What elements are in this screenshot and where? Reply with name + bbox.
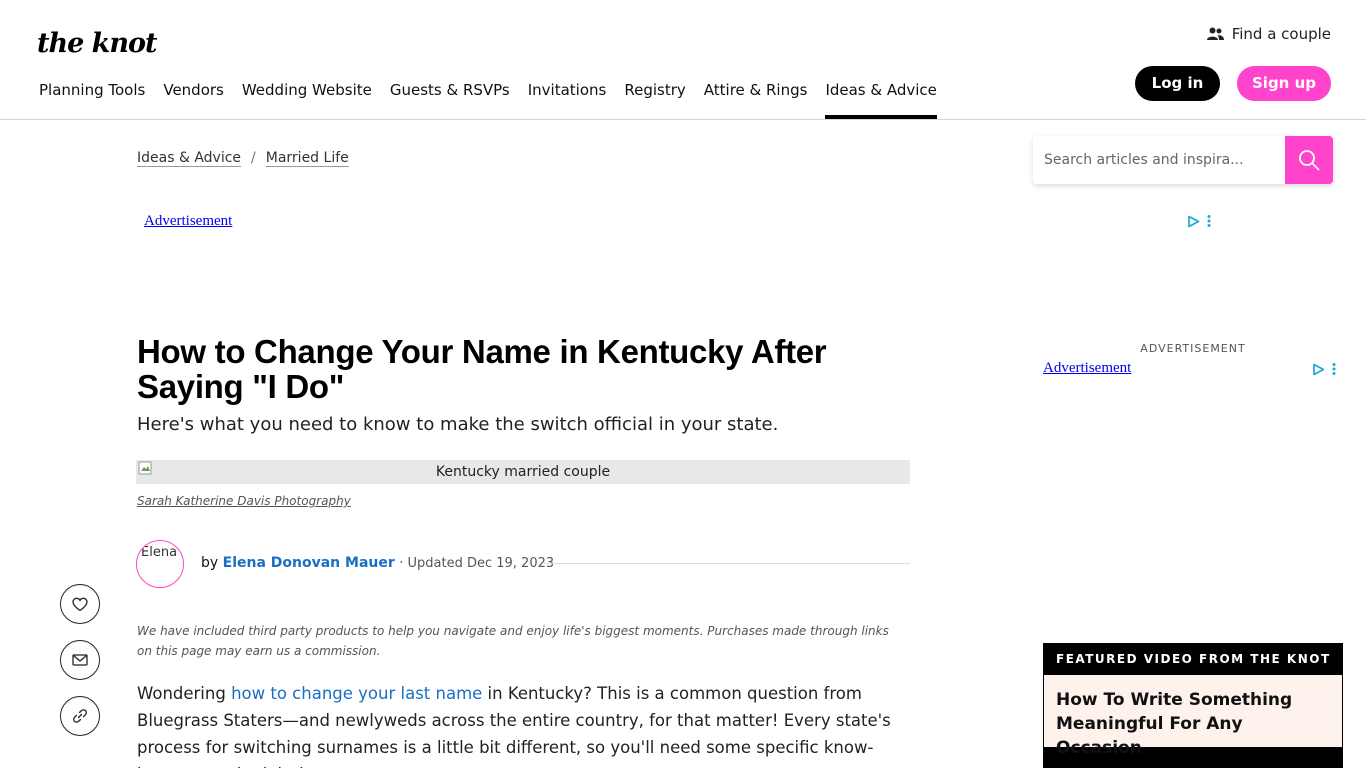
- share-email-button[interactable]: [60, 640, 100, 680]
- find-couple-label: Find a couple: [1231, 25, 1331, 43]
- search-icon: [1299, 150, 1320, 171]
- nav-guests-rsvps[interactable]: Guests & RSVPs: [390, 78, 510, 119]
- side-ad-label: ADVERTISEMENT: [1140, 342, 1246, 355]
- signup-button[interactable]: Sign up: [1237, 66, 1331, 101]
- people-icon: [1206, 27, 1224, 40]
- article-search: [1033, 136, 1333, 184]
- breadcrumb-separator: /: [251, 150, 256, 166]
- article-body-paragraph: Wondering how to change your last name i…: [137, 680, 897, 768]
- photo-credit[interactable]: Sarah Katherine Davis Photography: [137, 494, 351, 508]
- envelope-icon: [72, 654, 88, 666]
- side-ad-choices[interactable]: [1312, 362, 1337, 376]
- ad-choices[interactable]: [1187, 214, 1212, 228]
- body-text-start: Wondering: [137, 684, 232, 703]
- nav-registry[interactable]: Registry: [624, 78, 685, 119]
- main-nav: Planning Tools Vendors Wedding Website G…: [39, 78, 955, 119]
- search-button[interactable]: [1285, 136, 1333, 184]
- nav-attire-rings[interactable]: Attire & Rings: [704, 78, 808, 119]
- more-vertical-icon: [1332, 363, 1336, 375]
- site-header: the knot Planning Tools Vendors Wedding …: [0, 0, 1366, 120]
- nav-wedding-website[interactable]: Wedding Website: [242, 78, 372, 119]
- nav-planning-tools[interactable]: Planning Tools: [39, 78, 145, 119]
- heart-icon: [72, 597, 88, 611]
- more-vertical-icon: [1207, 215, 1211, 227]
- breadcrumb-married-life[interactable]: Married Life: [266, 150, 349, 166]
- search-input[interactable]: [1033, 136, 1285, 184]
- the-knot-logo[interactable]: the knot: [37, 28, 157, 59]
- change-last-name-link[interactable]: how to change your last name: [231, 684, 482, 703]
- breadcrumb: Ideas & Advice / Married Life: [137, 150, 349, 166]
- top-ad-link[interactable]: Advertisement: [144, 213, 232, 230]
- byline-by: by: [201, 555, 219, 571]
- byline: by Elena Donovan Mauer · Updated Dec 19,…: [201, 555, 554, 571]
- author-avatar-alt: Elena: [141, 545, 178, 560]
- link-icon: [73, 709, 87, 723]
- nav-ideas-advice[interactable]: Ideas & Advice: [825, 78, 938, 119]
- nav-vendors[interactable]: Vendors: [163, 78, 224, 119]
- hero-image: Kentucky married couple: [136, 460, 910, 484]
- byline-divider: [544, 563, 910, 564]
- featured-video-card[interactable]: FEATURED VIDEO FROM THE KNOT How To Writ…: [1043, 643, 1343, 768]
- login-button[interactable]: Log in: [1135, 66, 1220, 101]
- ad-choices-icon: [1313, 363, 1325, 375]
- article-title: How to Change Your Name in Kentucky Afte…: [137, 333, 827, 405]
- copy-link-button[interactable]: [60, 696, 100, 736]
- featured-video-title[interactable]: How To Write Something Meaningful For An…: [1044, 675, 1342, 758]
- nav-invitations[interactable]: Invitations: [528, 78, 607, 119]
- author-link[interactable]: Elena Donovan Mauer: [223, 555, 395, 571]
- side-ad-alt: Advertisement: [1043, 360, 1132, 376]
- breadcrumb-ideas-advice[interactable]: Ideas & Advice: [137, 150, 241, 166]
- author-avatar[interactable]: Elena: [136, 540, 184, 588]
- side-ad-link[interactable]: Advertisement: [1043, 360, 1131, 377]
- save-heart-button[interactable]: [60, 584, 100, 624]
- ad-choices-icon: [1188, 215, 1200, 227]
- article-subtitle: Here's what you need to know to make the…: [137, 414, 779, 435]
- top-ad-alt: Advertisement: [144, 213, 233, 229]
- find-couple-link[interactable]: Find a couple: [1206, 25, 1331, 43]
- hero-image-alt: Kentucky married couple: [435, 464, 611, 480]
- updated-date: · Updated Dec 19, 2023: [399, 556, 555, 571]
- featured-video-heading: FEATURED VIDEO FROM THE KNOT: [1056, 652, 1331, 666]
- affiliate-disclaimer: We have included third party products to…: [137, 624, 889, 658]
